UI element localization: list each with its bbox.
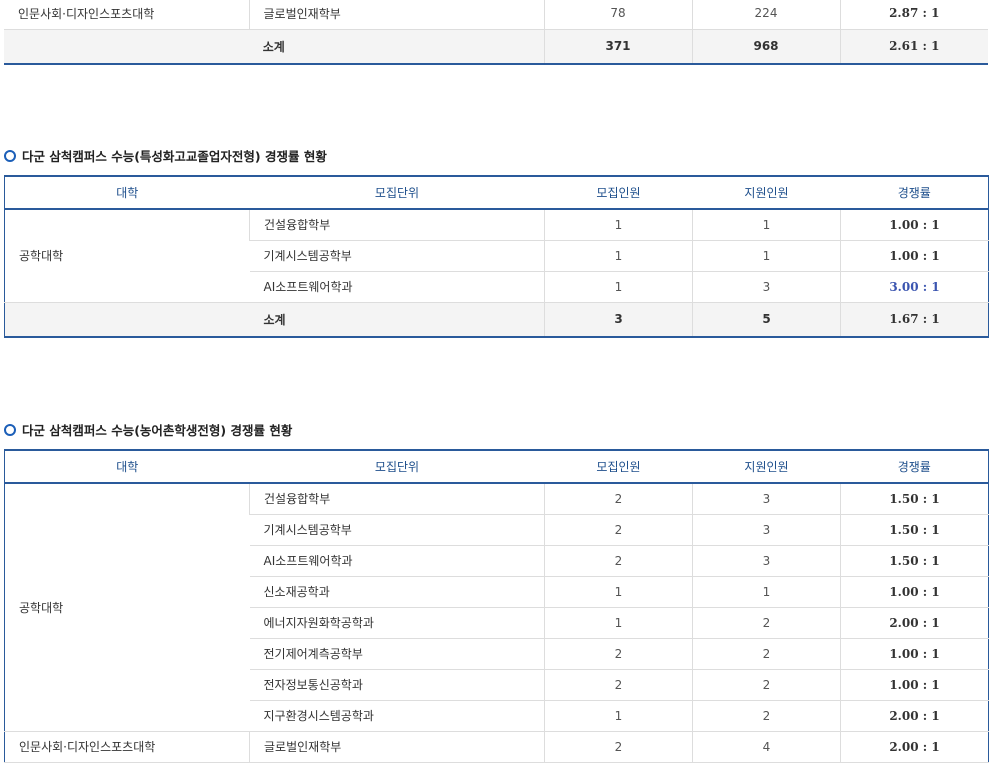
applicants-cell: 3 [692, 271, 841, 303]
subtotal-quota: 371 [543, 29, 692, 65]
unit-cell: 기계시스템공학부 [249, 514, 545, 546]
table-row: 인문사회·디자인스포츠대학 글로벌인재학부 78 224 2.87 : 1 [4, 0, 988, 30]
rate-cell: 1.50 : 1 [840, 514, 989, 546]
quota-cell: 1 [544, 271, 693, 303]
applicants-cell: 2 [692, 638, 841, 670]
rate-cell: 1.00 : 1 [840, 669, 989, 701]
subtotal-label: 소계 [4, 302, 545, 338]
unit-cell: 기계시스템공학부 [249, 240, 545, 272]
univ-cell: 공학대학 [4, 483, 250, 732]
section3-title: 다군 삼척캠퍼스 수능(농어촌학생전형) 경쟁률 현황 [4, 420, 292, 439]
rate-cell: 2.00 : 1 [840, 731, 989, 763]
applicants-cell: 4 [692, 731, 841, 763]
unit-cell: 전자정보통신공학과 [249, 669, 545, 701]
quota-cell: 2 [544, 483, 693, 515]
header-rate: 경쟁률 [840, 450, 989, 484]
rate-cell: 1.50 : 1 [840, 483, 989, 515]
rate-cell: 2.87 : 1 [839, 0, 988, 30]
table-row: 공학대학 건설융합학부 1 1 1.00 : 1 [4, 209, 989, 303]
applicants-cell: 2 [692, 607, 841, 639]
applicants-cell: 3 [692, 514, 841, 546]
section3-title-text: 다군 삼척캠퍼스 수능(농어촌학생전형) 경쟁률 현황 [22, 423, 293, 438]
table-row: 인문사회·디자인스포츠대학 글로벌인재학부 2 4 2.00 : 1 [4, 731, 989, 763]
header-unit: 모집단위 [249, 450, 545, 484]
applicants-cell: 2 [692, 669, 841, 701]
page: 인문사회·디자인스포츠대학 글로벌인재학부 78 224 2.87 : 1 소계… [0, 0, 1006, 763]
subtotal-label: 소계 [4, 29, 544, 65]
section2-title-text: 다군 삼척캠퍼스 수능(특성화고교졸업자전형) 경쟁률 현황 [22, 149, 327, 164]
quota-cell: 1 [544, 607, 693, 639]
subtotal-rate: 1.67 : 1 [840, 302, 989, 338]
section2-table: 대학 모집단위 모집인원 지원인원 경쟁률 공학대학 건설융합학부 1 1 1.… [4, 175, 989, 338]
rate-cell-highlight: 3.00 : 1 [840, 271, 989, 303]
rate-cell: 1.00 : 1 [840, 209, 989, 241]
quota-cell: 1 [544, 209, 693, 241]
applicants-cell: 2 [692, 700, 841, 732]
header-applicants: 지원인원 [692, 176, 841, 210]
table-header-row: 대학 모집단위 모집인원 지원인원 경쟁률 [4, 450, 989, 484]
circle-bullet-icon [4, 423, 16, 436]
unit-cell: 건설융합학부 [249, 209, 545, 241]
applicants-cell: 224 [691, 0, 840, 30]
quota-cell: 1 [544, 700, 693, 732]
rate-cell: 2.00 : 1 [840, 700, 989, 732]
circle-bullet-icon [4, 149, 16, 162]
unit-cell: 전기제어계측공학부 [249, 638, 545, 670]
table-header-row: 대학 모집단위 모집인원 지원인원 경쟁률 [4, 176, 989, 210]
rate-cell: 1.00 : 1 [840, 240, 989, 272]
header-quota: 모집인원 [544, 176, 693, 210]
section3-table: 대학 모집단위 모집인원 지원인원 경쟁률 공학대학 건설융합학부 2 3 1.… [4, 449, 989, 763]
applicants-cell: 1 [692, 209, 841, 241]
header-quota: 모집인원 [544, 450, 693, 484]
subtotal-row: 소계 3 5 1.67 : 1 [4, 302, 989, 338]
rate-cell: 2.00 : 1 [840, 607, 989, 639]
subtotal-rate: 2.61 : 1 [839, 29, 988, 65]
unit-cell: 글로벌인재학부 [249, 731, 545, 763]
header-univ: 대학 [4, 450, 250, 484]
rate-cell: 1.00 : 1 [840, 576, 989, 608]
applicants-cell: 3 [692, 483, 841, 515]
unit-cell: AI소프트웨어학과 [249, 271, 545, 303]
table-row: 공학대학 건설융합학부 2 3 1.50 : 1 [4, 483, 989, 732]
header-univ: 대학 [4, 176, 250, 210]
section2-title: 다군 삼척캠퍼스 수능(특성화고교졸업자전형) 경쟁률 현황 [4, 146, 327, 165]
applicants-cell: 1 [692, 576, 841, 608]
quota-cell: 2 [544, 514, 693, 546]
header-unit: 모집단위 [249, 176, 545, 210]
univ-cell: 공학대학 [4, 209, 250, 303]
subtotal-quota: 3 [544, 302, 693, 338]
unit-cell: 에너지자원화학공학과 [249, 607, 545, 639]
univ-cell: 인문사회·디자인스포츠대학 [4, 0, 249, 30]
quota-cell: 2 [544, 638, 693, 670]
unit-cell: 글로벌인재학부 [248, 0, 544, 30]
top-table: 인문사회·디자인스포츠대학 글로벌인재학부 78 224 2.87 : 1 소계… [4, 0, 988, 65]
quota-cell: 78 [543, 0, 692, 30]
subtotal-applicants: 5 [692, 302, 841, 338]
header-applicants: 지원인원 [692, 450, 841, 484]
quota-cell: 2 [544, 731, 693, 763]
subtotal-applicants: 968 [691, 29, 840, 65]
quota-cell: 2 [544, 669, 693, 701]
unit-cell: 건설융합학부 [249, 483, 545, 515]
applicants-cell: 1 [692, 240, 841, 272]
header-rate: 경쟁률 [840, 176, 989, 210]
quota-cell: 2 [544, 545, 693, 577]
unit-cell: AI소프트웨어학과 [249, 545, 545, 577]
quota-cell: 1 [544, 240, 693, 272]
applicants-cell: 3 [692, 545, 841, 577]
unit-cell: 지구환경시스템공학과 [249, 700, 545, 732]
unit-cell: 신소재공학과 [249, 576, 545, 608]
rate-cell: 1.00 : 1 [840, 638, 989, 670]
rate-cell: 1.50 : 1 [840, 545, 989, 577]
univ-cell: 인문사회·디자인스포츠대학 [4, 731, 250, 763]
quota-cell: 1 [544, 576, 693, 608]
subtotal-row: 소계 371 968 2.61 : 1 [4, 29, 988, 65]
